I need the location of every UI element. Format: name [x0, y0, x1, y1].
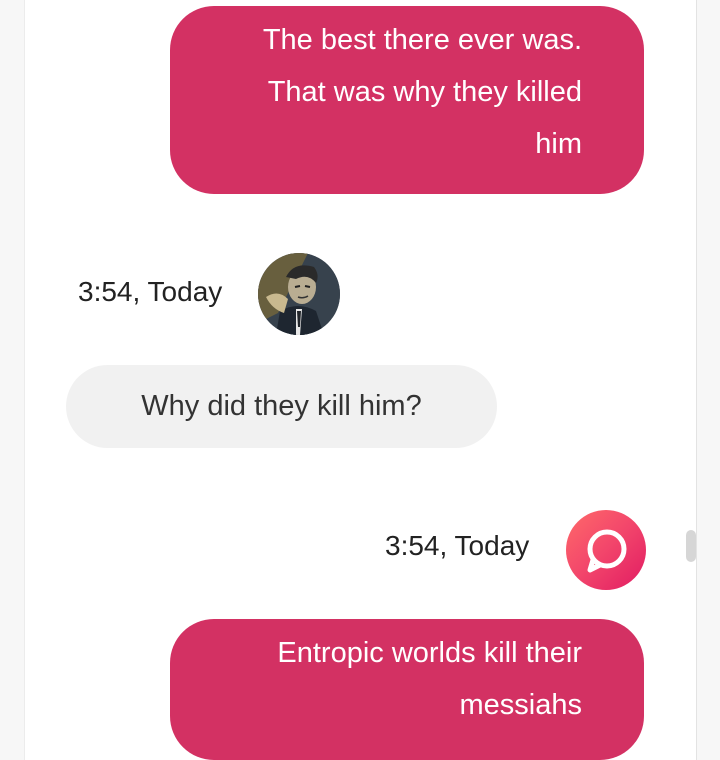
- avatar-illustration: [258, 253, 340, 335]
- outgoing-message-bubble[interactable]: Entropic worlds kill their messiahs: [170, 619, 644, 760]
- scrollbar-thumb[interactable]: [686, 530, 696, 562]
- chat-bubble-logo-icon[interactable]: [566, 510, 646, 590]
- message-text-line: That was why they killed: [267, 76, 582, 108]
- incoming-message-bubble[interactable]: Why did they kill him?: [66, 365, 497, 448]
- message-text-line: messiahs: [459, 689, 583, 721]
- message-timestamp: 3:54, Today: [385, 530, 530, 561]
- message-text-line: The best there ever was.: [262, 24, 582, 56]
- chat-bubble-glyph: [587, 529, 627, 573]
- user-avatar-icon[interactable]: [258, 253, 340, 335]
- message-text-line: him: [535, 128, 582, 160]
- outgoing-message-bubble[interactable]: The best there ever was. That was why th…: [170, 6, 644, 194]
- message-text-line: Entropic worlds kill their: [277, 637, 582, 669]
- message-text-line: Why did they kill him?: [141, 390, 422, 422]
- scrollbar-track[interactable]: [696, 0, 720, 760]
- message-timestamp: 3:54, Today: [78, 276, 223, 307]
- left-page-margin: [0, 0, 25, 760]
